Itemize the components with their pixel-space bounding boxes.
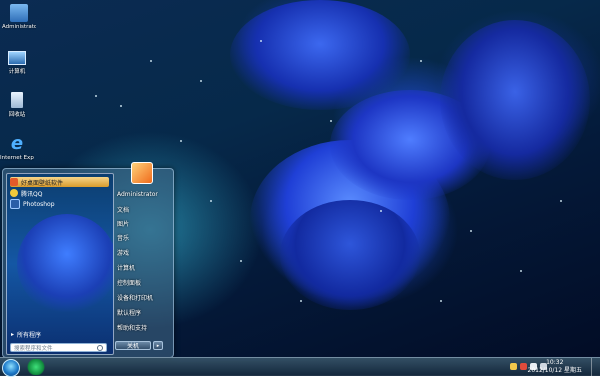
- start-menu-programs-pane: 好桌面壁纸软件 腾讯QQ Photoshop ▸ 所有程序 搜索程序和文件: [6, 173, 114, 355]
- start-button[interactable]: [2, 359, 20, 377]
- sparkle: [120, 105, 122, 107]
- clock[interactable]: 10:32 2012/10/12 星期五: [528, 359, 583, 375]
- wallpaper-petal: [230, 0, 410, 110]
- internet-explorer-icon: e: [10, 133, 24, 154]
- tray-shield-icon[interactable]: [520, 362, 527, 370]
- sparkle: [210, 200, 212, 202]
- wallpaper-petal: [280, 200, 420, 310]
- tray-app-icon[interactable]: [510, 362, 517, 370]
- show-desktop-button[interactable]: [591, 358, 600, 376]
- search-input[interactable]: 搜索程序和文件: [10, 343, 107, 352]
- computer-icon: [8, 51, 26, 65]
- desktop-icon-label: Administrator: [2, 24, 36, 30]
- desktop-icon-internet-explorer[interactable]: e Internet Explorer: [0, 133, 34, 162]
- sparkle: [560, 200, 562, 202]
- start-menu-places-pane: Administrator 文档 图片 音乐 游戏 计算机 控制面板 设备和打印…: [115, 162, 173, 357]
- menu-item-music[interactable]: 音乐: [117, 233, 129, 242]
- menu-item-games[interactable]: 游戏: [117, 248, 129, 257]
- sparkle: [200, 80, 202, 82]
- menu-item-documents[interactable]: 文档: [117, 205, 129, 214]
- desktop-icon-administrator[interactable]: Administrator: [2, 4, 36, 30]
- sparkle: [260, 40, 262, 42]
- sparkle: [180, 140, 182, 142]
- menu-item-computer[interactable]: 计算机: [117, 263, 135, 272]
- shutdown-label: 关机: [126, 343, 139, 350]
- sparkle: [440, 300, 442, 302]
- desktop-icon-label: 回收站: [8, 112, 26, 118]
- search-icon: [97, 345, 103, 351]
- all-programs-label: 所有程序: [17, 332, 42, 339]
- menu-item-pictures[interactable]: 图片: [117, 219, 129, 228]
- user-folder-icon: [10, 4, 28, 22]
- program-item-label: 好桌面壁纸软件: [21, 179, 64, 187]
- program-item-qq[interactable]: 腾讯QQ: [10, 188, 42, 198]
- program-item-label: Photoshop: [23, 200, 55, 208]
- sparkle: [330, 120, 332, 122]
- program-item-photoshop[interactable]: Photoshop: [10, 199, 55, 209]
- clock-time: 10:32: [546, 359, 564, 366]
- sparkle: [95, 95, 97, 97]
- taskbar-ie-button[interactable]: [26, 359, 46, 375]
- sparkle: [520, 270, 522, 272]
- sparkle: [380, 210, 382, 212]
- shutdown-button[interactable]: 关机: [115, 341, 151, 350]
- qq-icon: [10, 189, 18, 197]
- wallpaper-app-icon: [10, 178, 18, 186]
- desktop-icon-label: 计算机: [8, 69, 26, 75]
- all-programs-button[interactable]: ▸ 所有程序: [11, 330, 41, 339]
- menu-item-username[interactable]: Administrator: [117, 191, 158, 198]
- program-item-label: 腾讯QQ: [21, 190, 43, 198]
- menu-item-devices-printers[interactable]: 设备和打印机: [117, 293, 153, 302]
- sparkle: [300, 300, 302, 302]
- clock-date: 2012/10/12 星期五: [527, 367, 583, 374]
- desktop-icon-recycle-bin[interactable]: 回收站: [0, 92, 34, 118]
- start-menu: 好桌面壁纸软件 腾讯QQ Photoshop ▸ 所有程序 搜索程序和文件 Ad…: [2, 162, 174, 358]
- desktop-icon-label: Internet Explorer: [0, 155, 34, 161]
- user-avatar[interactable]: [131, 162, 153, 184]
- chevron-right-icon: ▸: [156, 343, 160, 349]
- sparkle: [420, 60, 422, 62]
- menu-item-control-panel[interactable]: 控制面板: [117, 278, 141, 287]
- search-placeholder: 搜索程序和文件: [14, 345, 53, 352]
- taskbar: 10:32 2012/10/12 星期五: [0, 357, 600, 377]
- arrow-right-icon: ▸: [11, 331, 15, 338]
- sparkle: [470, 230, 472, 232]
- sparkle: [150, 60, 152, 62]
- desktop-icon-computer[interactable]: 计算机: [0, 48, 34, 75]
- recycle-bin-icon: [11, 92, 23, 108]
- programs-pane-background: [17, 214, 113, 314]
- photoshop-icon: [10, 199, 20, 209]
- sparkle: [240, 260, 242, 262]
- menu-item-help-support[interactable]: 帮助和支持: [117, 323, 147, 332]
- wallpaper-petal: [440, 20, 590, 180]
- menu-item-default-programs[interactable]: 默认程序: [117, 308, 141, 317]
- program-item-wallpaper[interactable]: 好桌面壁纸软件: [10, 177, 109, 187]
- shutdown-options-button[interactable]: ▸: [153, 341, 163, 350]
